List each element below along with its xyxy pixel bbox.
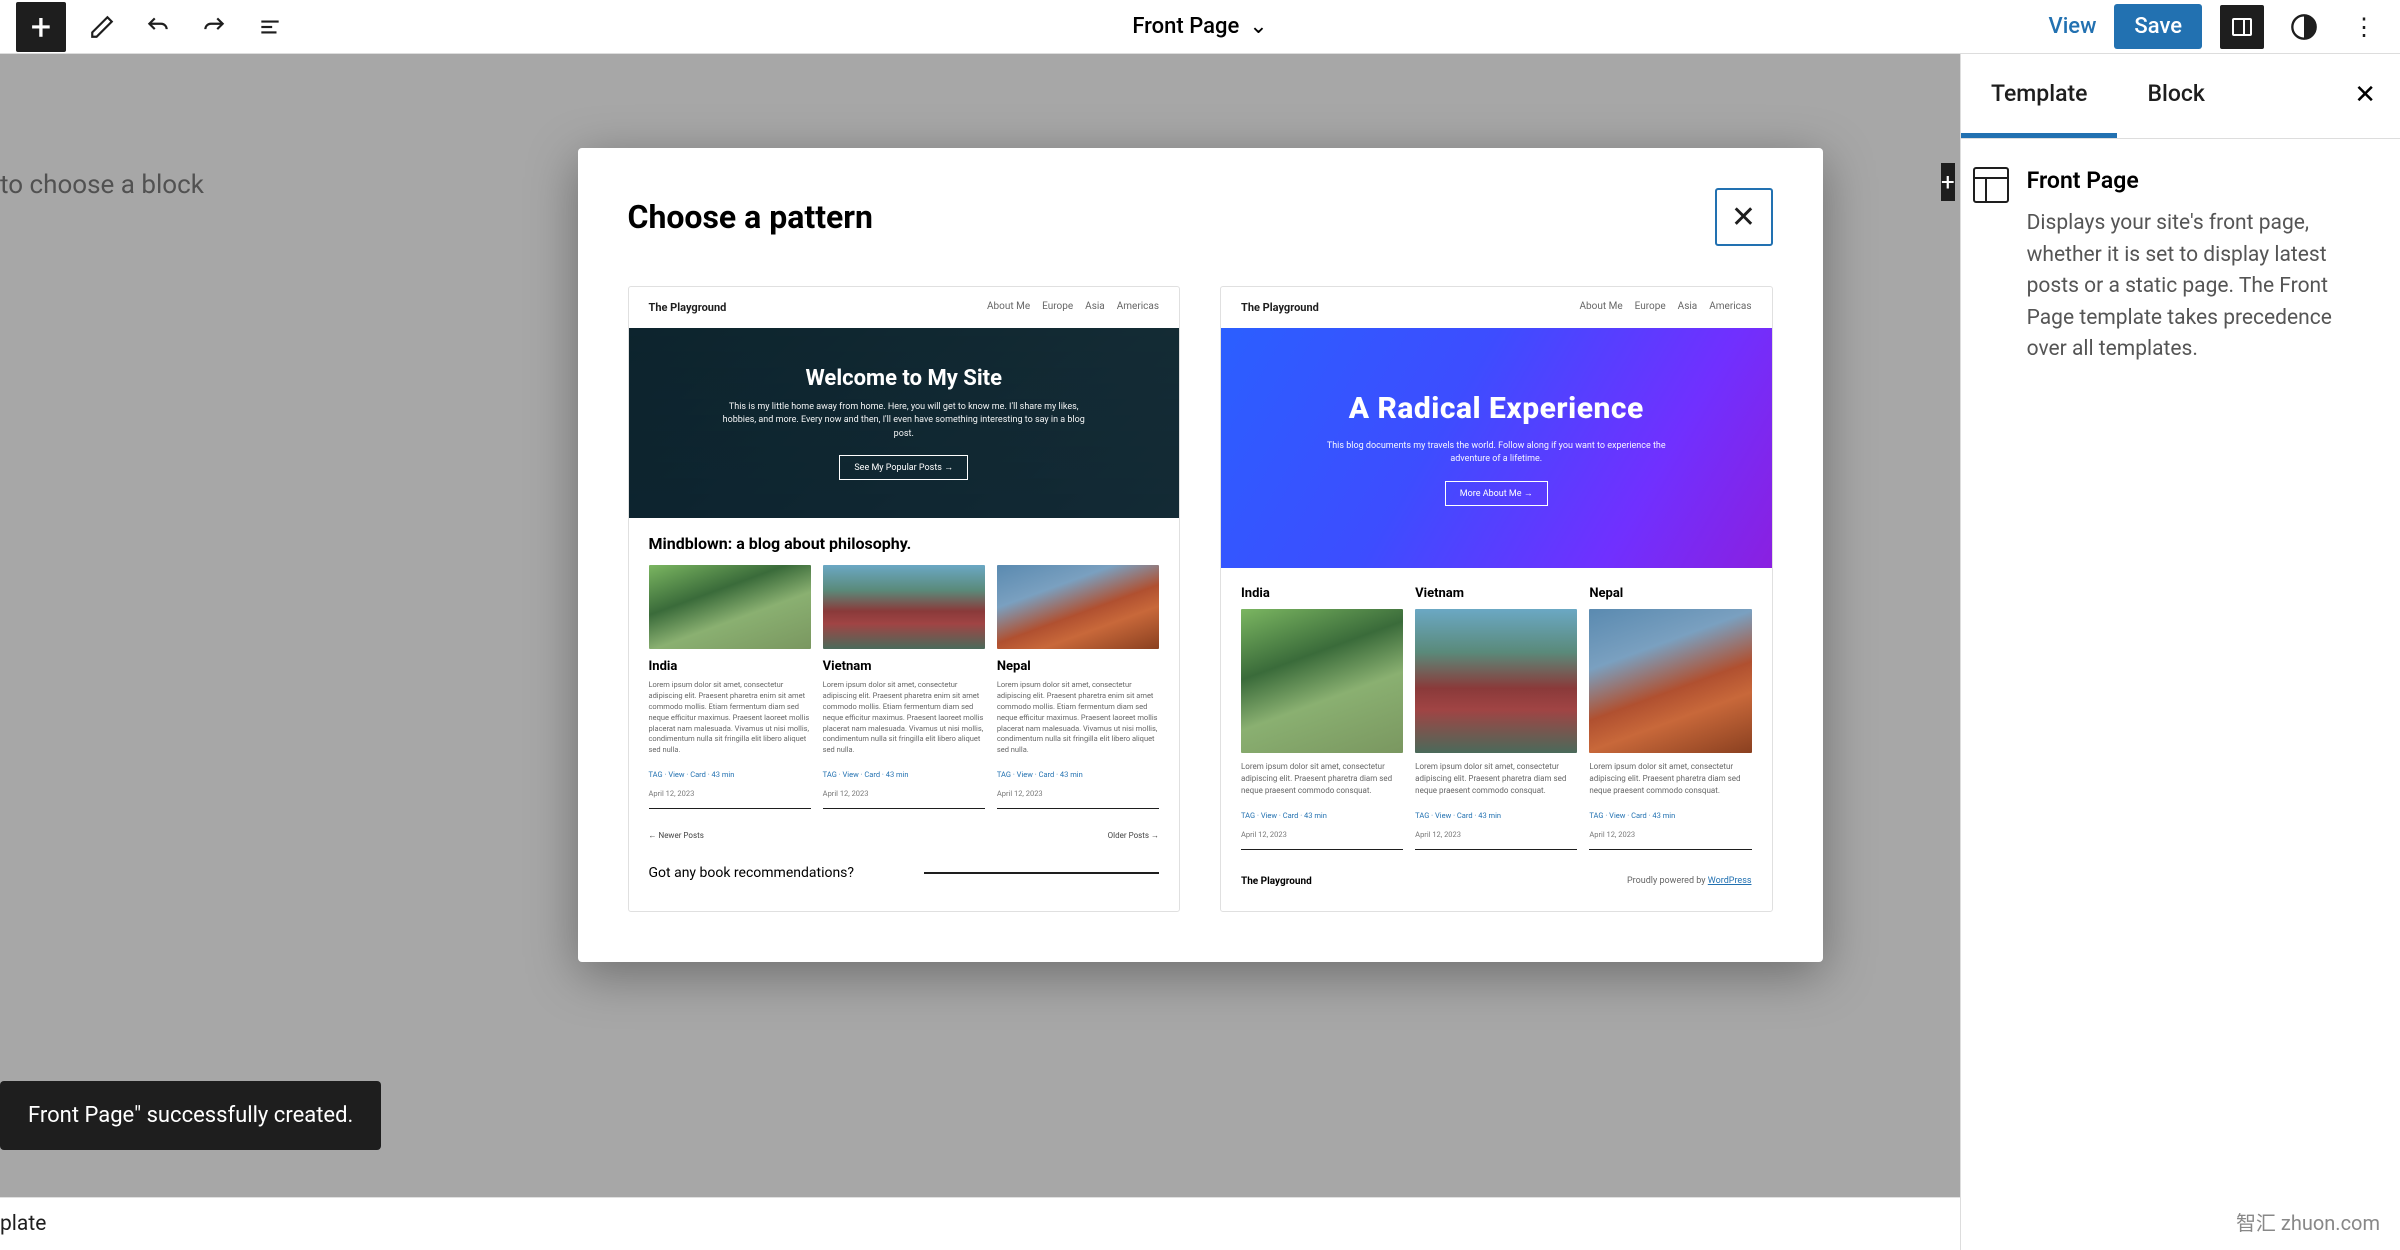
watermark: 智汇 zhuon.com [2236, 1207, 2380, 1236]
preview-post: India Lorem ipsum dolor sit amet, consec… [1241, 586, 1403, 850]
preview-post: Nepal Lorem ipsum dolor sit amet, consec… [1589, 586, 1751, 850]
preview-footer: The Playground Proudly powered by WordPr… [1221, 862, 1772, 911]
preview-header: The Playground About Me Europe Asia Amer… [629, 287, 1180, 328]
preview-post: Vietnam Lorem ipsum dolor sit amet, cons… [1415, 586, 1577, 850]
preview-post-image [823, 565, 985, 649]
preview-post-image [649, 565, 811, 649]
preview-posts: India Lorem ipsum dolor sit amet, consec… [1221, 568, 1772, 862]
preview-section-title: Mindblown: a blog about philosophy. [629, 518, 1180, 565]
patterns-grid: The Playground About Me Europe Asia Amer… [628, 286, 1773, 912]
choose-pattern-modal: Choose a pattern ✕ The Playground About … [578, 148, 1823, 962]
preview-nav: About Me Europe Asia Americas [1580, 301, 1752, 314]
modal-title: Choose a pattern [628, 198, 873, 236]
preview-header: The Playground About Me Europe Asia Amer… [1221, 287, 1772, 328]
preview-hero-button: More About Me → [1445, 481, 1548, 506]
preview-post-image [1589, 609, 1751, 753]
preview-post-image [1415, 609, 1577, 753]
preview-post-image [997, 565, 1159, 649]
pattern-option-2[interactable]: The Playground About Me Europe Asia Amer… [1220, 286, 1773, 912]
preview-hero-title: Welcome to My Site [806, 366, 1002, 391]
preview-post: India Lorem ipsum dolor sit amet, consec… [649, 565, 811, 809]
preview-hero: Welcome to My Site This is my little hom… [629, 328, 1180, 518]
preview-hero: A Radical Experience This blog documents… [1221, 328, 1772, 568]
modal-header: Choose a pattern ✕ [628, 188, 1773, 246]
preview-hero-subtitle: This is my little home away from home. H… [714, 401, 1094, 442]
pattern-option-1[interactable]: The Playground About Me Europe Asia Amer… [628, 286, 1181, 912]
preview-post: Vietnam Lorem ipsum dolor sit amet, cons… [823, 565, 985, 809]
preview-hero-title: A Radical Experience [1349, 391, 1644, 426]
modal-overlay: Choose a pattern ✕ The Playground About … [0, 0, 2400, 1250]
preview-posts: India Lorem ipsum dolor sit amet, consec… [629, 565, 1180, 821]
preview-hero-button: See My Popular Posts → [839, 455, 968, 480]
preview-hero-subtitle: This blog documents my travels the world… [1306, 440, 1686, 467]
close-modal-button[interactable]: ✕ [1715, 188, 1773, 246]
preview-pagination: ← Newer Posts Older Posts → [629, 821, 1180, 850]
preview-post: Nepal Lorem ipsum dolor sit amet, consec… [997, 565, 1159, 809]
preview-nav: About Me Europe Asia Americas [987, 301, 1159, 314]
preview-post-image [1241, 609, 1403, 753]
preview-cta: Got any book recommendations? [629, 850, 1180, 904]
preview-brand: The Playground [649, 301, 727, 314]
preview-brand: The Playground [1241, 301, 1319, 314]
